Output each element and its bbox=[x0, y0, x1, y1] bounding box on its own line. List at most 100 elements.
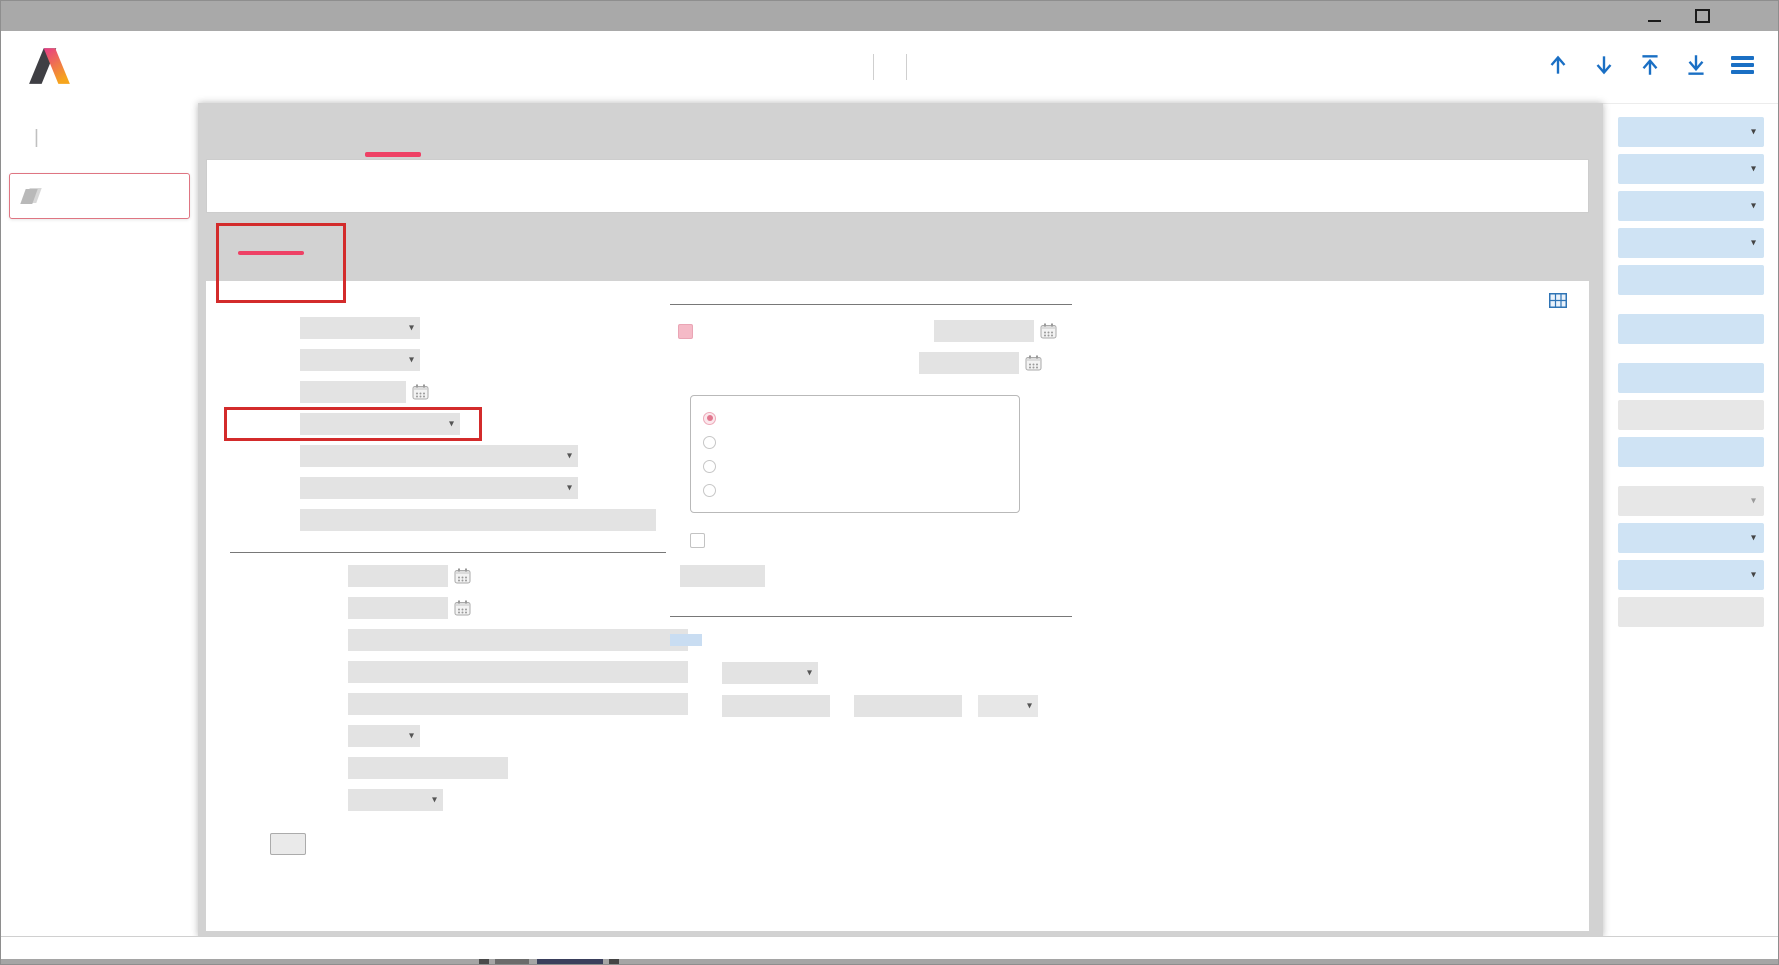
calendar-icon[interactable] bbox=[454, 600, 471, 616]
tab-detail[interactable] bbox=[380, 103, 406, 155]
minimize-button[interactable] bbox=[1644, 6, 1664, 26]
konstantni-symbol-select[interactable] bbox=[348, 725, 420, 747]
externi-cislo-row bbox=[230, 629, 700, 651]
tab-ochrana-dat[interactable] bbox=[548, 103, 574, 155]
tab-platby[interactable] bbox=[492, 103, 518, 155]
najit-button[interactable] bbox=[1618, 363, 1764, 393]
grid-edit-icon[interactable] bbox=[1549, 293, 1567, 308]
tab-zauctovani[interactable] bbox=[436, 103, 462, 155]
kontace-select[interactable] bbox=[300, 413, 460, 435]
tisk-export-button[interactable] bbox=[1618, 117, 1764, 147]
preference-input[interactable] bbox=[680, 565, 765, 587]
mena-select[interactable] bbox=[722, 662, 818, 684]
subtab-obsah[interactable] bbox=[474, 219, 564, 281]
zjednoduseny-row bbox=[690, 533, 1100, 548]
typ-obchodu-tab[interactable] bbox=[670, 634, 702, 646]
radio-icon bbox=[703, 436, 716, 449]
oprava-radku-button[interactable] bbox=[1618, 597, 1764, 627]
konstantni-symbol-row bbox=[230, 725, 700, 747]
ucet-select[interactable] bbox=[300, 477, 578, 499]
firma-select[interactable] bbox=[300, 445, 578, 467]
calendar-icon[interactable] bbox=[1040, 323, 1057, 339]
zjednoduseny-checkbox[interactable] bbox=[690, 533, 705, 548]
sidebar-toolbar: | bbox=[1, 103, 198, 149]
najit-doklad-button[interactable] bbox=[1618, 437, 1764, 467]
externi-cislo-input[interactable] bbox=[348, 629, 688, 651]
go-to-rows-button[interactable] bbox=[270, 833, 306, 855]
firma-row bbox=[230, 445, 700, 467]
app-header bbox=[1, 31, 1778, 104]
preference-row bbox=[670, 565, 1100, 587]
subtab-hlavicka[interactable] bbox=[226, 219, 316, 281]
obcerstvit-button[interactable] bbox=[1618, 314, 1764, 344]
move-last-button[interactable] bbox=[1682, 51, 1710, 79]
kurz-value2-input[interactable] bbox=[854, 695, 962, 717]
calendar-icon[interactable] bbox=[454, 568, 471, 584]
udaje-dph-heading bbox=[670, 299, 1072, 305]
zpusob-zadani-option-2[interactable] bbox=[703, 430, 1007, 454]
zpusob-uhrady-select[interactable] bbox=[348, 789, 443, 811]
main-tab-bar bbox=[198, 103, 1603, 155]
move-first-button[interactable] bbox=[1636, 51, 1664, 79]
subtab-schvalovani-vydaju[interactable] bbox=[722, 219, 812, 281]
najit-dalsi-button[interactable] bbox=[1618, 400, 1764, 430]
calendar-icon[interactable] bbox=[1025, 355, 1042, 371]
zpusob-zadani-option-4[interactable] bbox=[703, 478, 1007, 502]
rada-select[interactable] bbox=[300, 317, 420, 339]
datum-splatnosti-row bbox=[230, 597, 700, 619]
radio-selected-icon bbox=[703, 412, 716, 425]
sidebar-item-faktury-prijate[interactable] bbox=[9, 173, 190, 219]
kurz-value1-input[interactable] bbox=[722, 695, 830, 717]
main-menu-button[interactable] bbox=[1728, 51, 1756, 79]
tab-seznam[interactable] bbox=[324, 103, 350, 155]
mena-row bbox=[670, 662, 1100, 684]
reference-input[interactable] bbox=[348, 693, 688, 715]
tab-omezeni[interactable] bbox=[268, 103, 294, 155]
kurz-rate-select[interactable] bbox=[978, 695, 1038, 717]
close-button[interactable] bbox=[1740, 6, 1760, 26]
subtab-zalohy[interactable] bbox=[970, 219, 1060, 281]
variabilni-symbol-input[interactable] bbox=[348, 661, 688, 683]
zpusob-zadani-option-1[interactable] bbox=[703, 406, 1007, 430]
arrow-to-bottom-icon bbox=[1683, 52, 1709, 78]
tab-zaciname[interactable] bbox=[212, 103, 238, 155]
datum-input[interactable] bbox=[300, 381, 406, 403]
form-right-column bbox=[670, 299, 1100, 717]
zpusob-zadani-option-3[interactable] bbox=[703, 454, 1007, 478]
radio-icon bbox=[703, 484, 716, 497]
aktivity-button[interactable] bbox=[1618, 560, 1764, 590]
autom-vzkazy-button[interactable] bbox=[1618, 523, 1764, 553]
taskbar-fragment bbox=[495, 959, 529, 964]
hlavicka-form bbox=[206, 281, 1589, 931]
zkopirovat-button[interactable] bbox=[1618, 228, 1764, 258]
radio-icon bbox=[703, 460, 716, 473]
document-summary bbox=[206, 159, 1589, 213]
datum-zauctovani-input[interactable] bbox=[348, 565, 448, 587]
opravit-button[interactable] bbox=[1618, 191, 1764, 221]
maximize-button[interactable] bbox=[1692, 6, 1712, 26]
tab-prilohy[interactable] bbox=[660, 103, 686, 155]
abra-logo bbox=[27, 46, 83, 84]
zahranici-heading bbox=[670, 611, 1072, 617]
popis-input[interactable] bbox=[300, 509, 656, 531]
datum-odpoctu-input[interactable] bbox=[919, 352, 1019, 374]
move-up-button[interactable] bbox=[1544, 51, 1572, 79]
novy-button[interactable] bbox=[1618, 154, 1764, 184]
tab-x-vazby[interactable] bbox=[604, 103, 630, 155]
datum-splatnosti-input[interactable] bbox=[348, 597, 448, 619]
sidebar: | bbox=[1, 103, 198, 937]
subtab-firma[interactable] bbox=[350, 219, 440, 281]
datum-plneni-input[interactable] bbox=[934, 320, 1034, 342]
calendar-icon[interactable] bbox=[412, 384, 429, 400]
taskbar-sliver bbox=[1, 959, 1778, 964]
subtab-ucely-vydaje[interactable] bbox=[846, 219, 936, 281]
move-down-button[interactable] bbox=[1590, 51, 1618, 79]
specificky-symbol-input[interactable] bbox=[348, 757, 508, 779]
vymazat-button[interactable] bbox=[1618, 265, 1764, 295]
import-button[interactable] bbox=[1618, 486, 1764, 516]
dph-checkbox[interactable] bbox=[678, 324, 693, 339]
datum-row bbox=[230, 381, 700, 403]
obdobi-select[interactable] bbox=[300, 349, 420, 371]
subtab-rucni-parovani[interactable] bbox=[598, 219, 688, 281]
dph-row bbox=[670, 319, 1100, 343]
